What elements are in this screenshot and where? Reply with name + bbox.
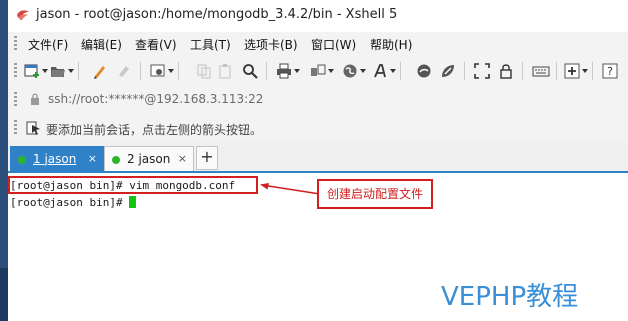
font-dropdown-icon[interactable] [390,69,396,73]
paste-icon[interactable] [218,63,234,79]
fullscreen-icon[interactable] [474,63,490,79]
annotation-callout: 创建启动配置文件 [317,179,433,209]
connected-status-icon [18,156,26,164]
svg-text:?: ? [607,65,613,78]
keyboard-icon[interactable] [532,63,550,79]
address-field[interactable]: ssh://root:******@192.168.3.113:22 [48,92,263,106]
open-folder-icon[interactable] [50,63,66,79]
open-dropdown-icon[interactable] [68,69,74,73]
title-bar: jason - root@jason:/home/mongodb_3.4.2/b… [8,0,628,32]
xftp-icon[interactable] [416,63,432,79]
menu-window[interactable]: 窗口(W) [311,36,356,53]
add-icon[interactable] [564,63,580,79]
close-icon[interactable]: × [88,152,97,165]
new-tab-button[interactable]: + [196,146,218,170]
menu-help[interactable]: 帮助(H) [370,36,412,53]
add-dropdown-icon[interactable] [582,69,588,73]
menubar-grip[interactable] [14,36,17,52]
globe-dropdown-icon[interactable] [360,69,366,73]
menu-tools[interactable]: 工具(T) [190,36,231,53]
font-icon[interactable] [372,63,388,79]
tab-session-2[interactable]: 2 jason × [104,146,194,172]
xshell-window: jason - root@jason:/home/mongodb_3.4.2/b… [8,0,628,321]
help-icon[interactable]: ? [602,63,618,79]
new-session-icon[interactable] [24,63,40,79]
terminal-cursor [129,196,137,208]
new-session-dropdown-icon[interactable] [42,69,48,73]
eraser-icon[interactable] [116,63,132,79]
close-icon[interactable]: × [178,152,187,165]
add-session-arrow-icon[interactable] [26,120,42,136]
lock-icon[interactable] [498,63,514,79]
connected-status-icon [112,156,120,164]
globe-icon[interactable] [342,63,358,79]
menu-bar: 文件(F) 编辑(E) 查看(V) 工具(T) 选项卡(B) 窗口(W) 帮助(… [8,32,628,56]
properties-icon[interactable] [150,63,166,79]
print-dropdown-icon[interactable] [294,69,300,73]
tab-session-1[interactable]: 1 jason × [10,146,104,172]
terminal-line: [root@jason bin]# [10,196,137,209]
menu-file[interactable]: 文件(F) [28,36,68,53]
menu-view[interactable]: 查看(V) [135,36,177,53]
window-title: jason - root@jason:/home/mongodb_3.4.2/b… [36,7,398,22]
find-icon[interactable] [242,63,258,79]
transfer-dropdown-icon[interactable] [328,69,334,73]
pen-icon[interactable] [92,63,108,79]
left-window-edge [0,0,8,321]
tab-label: 2 jason [127,152,171,166]
transfer-icon[interactable] [310,63,326,79]
print-icon[interactable] [276,63,292,79]
watermark-text: VEPHP教程 [441,282,579,312]
lock-icon [31,93,39,105]
command-highlight-box [8,176,258,194]
session-hint-text: 要添加当前会话，点击左侧的箭头按钮。 [46,123,263,137]
properties-dropdown-icon[interactable] [168,69,174,73]
toolbar-grip[interactable] [14,63,17,79]
menu-edit[interactable]: 编辑(E) [81,36,122,53]
xshell-logo-icon [17,10,29,20]
hintbar-grip[interactable] [14,120,17,136]
toolbar: ? [8,56,628,87]
copy-icon[interactable] [196,63,212,79]
addressbar-grip[interactable] [14,92,17,108]
menu-tabs[interactable]: 选项卡(B) [244,36,298,53]
xmanager-icon[interactable] [440,63,456,79]
tab-label: 1 jason [33,152,77,166]
